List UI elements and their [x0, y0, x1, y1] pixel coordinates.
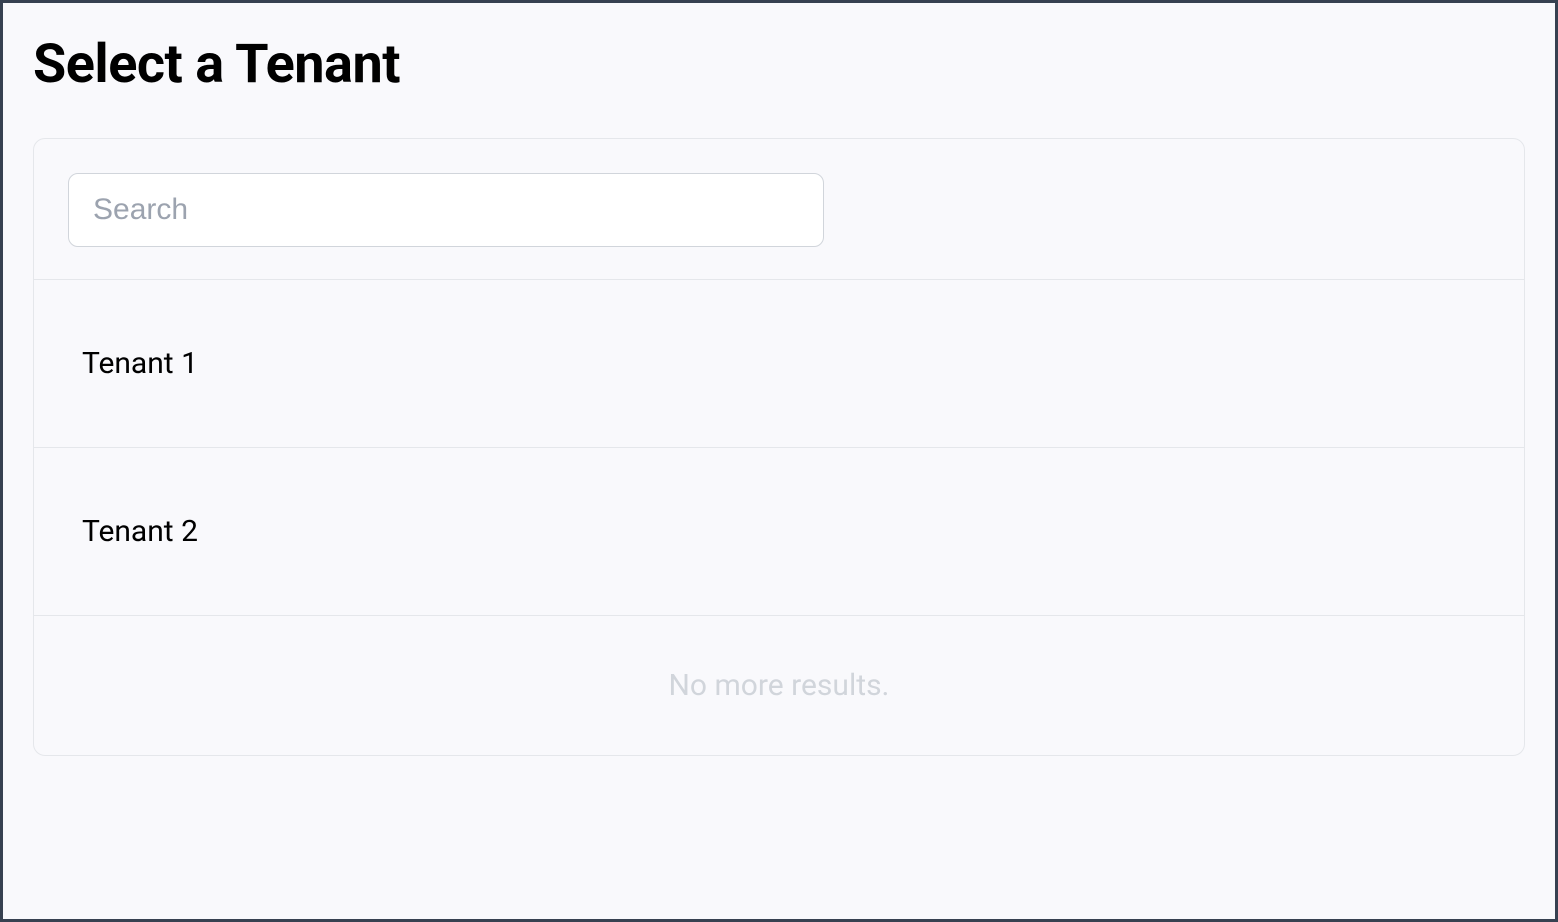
tenant-selector-container: Select a Tenant Tenant 1 Tenant 2 No mor… [3, 3, 1555, 919]
tenant-item-label: Tenant 1 [82, 346, 198, 381]
page-title: Select a Tenant [33, 33, 1525, 96]
tenant-list-item[interactable]: Tenant 1 [34, 280, 1524, 448]
no-more-results-message: No more results. [34, 616, 1524, 755]
search-input[interactable] [68, 173, 824, 247]
tenant-list-item[interactable]: Tenant 2 [34, 448, 1524, 616]
tenant-list-card: Tenant 1 Tenant 2 No more results. [33, 138, 1525, 756]
tenant-item-label: Tenant 2 [82, 514, 198, 549]
search-section [34, 139, 1524, 280]
